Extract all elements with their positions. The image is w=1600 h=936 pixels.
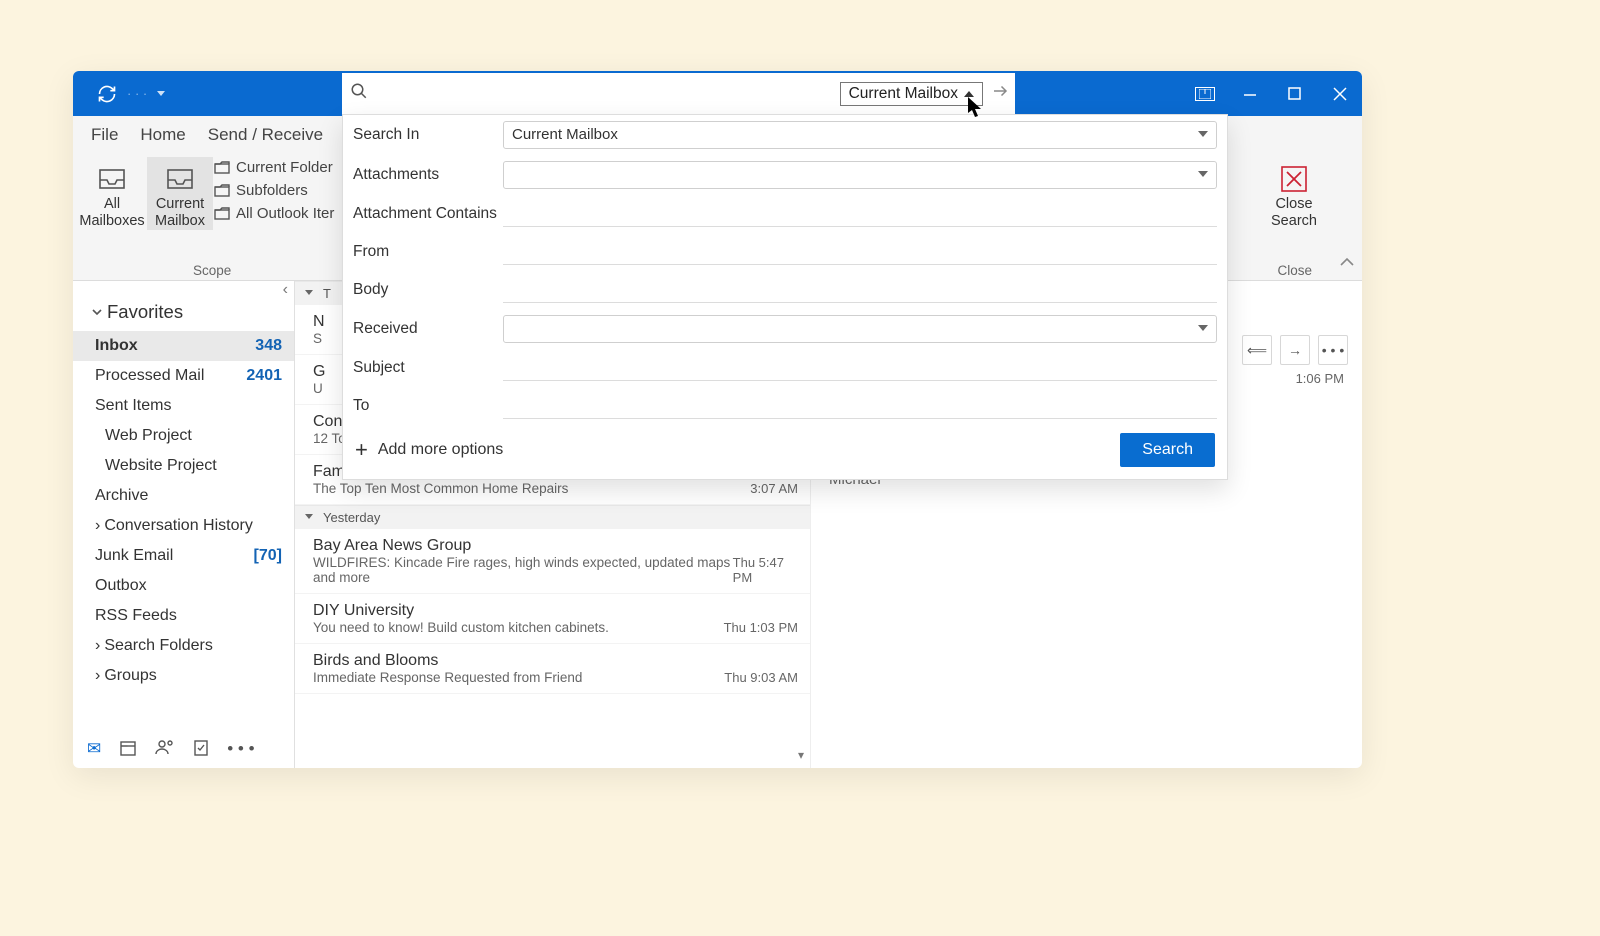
search-scope-value: Current Mailbox xyxy=(849,85,958,103)
scope-all-outlook[interactable]: All Outlook Iter xyxy=(214,205,334,222)
reply-all-button[interactable]: ⟸ xyxy=(1242,335,1272,365)
add-more-options[interactable]: + Add more options xyxy=(355,437,503,463)
chevron-up-icon xyxy=(964,91,974,97)
qat-dropdown-icon[interactable] xyxy=(157,91,165,96)
search-button[interactable]: Search xyxy=(1120,433,1215,467)
adv-row-search-in: Search InCurrent Mailbox xyxy=(343,115,1227,155)
scope-subfolders[interactable]: Subfolders xyxy=(214,182,334,199)
more-actions-button[interactable]: • • • xyxy=(1318,335,1348,365)
qat-spacer: · · · xyxy=(127,86,147,101)
chevron-down-icon xyxy=(1198,325,1208,331)
chevron-right-icon: › xyxy=(95,517,100,535)
folder-groups[interactable]: ›Groups xyxy=(73,661,294,691)
inbox-icon xyxy=(98,162,126,196)
calendar-icon[interactable] xyxy=(119,739,137,762)
ribbon-group-scope: Scope xyxy=(193,263,231,278)
scope-current-mailbox[interactable]: Current Mailbox xyxy=(147,157,213,230)
maximize-button[interactable] xyxy=(1272,71,1317,116)
folder-website-project[interactable]: Website Project xyxy=(73,451,294,481)
adv-field[interactable]: Current Mailbox xyxy=(503,121,1217,149)
tasks-icon[interactable] xyxy=(193,739,209,762)
folder-rss-feeds[interactable]: RSS Feeds xyxy=(73,601,294,631)
folder-archive[interactable]: Archive xyxy=(73,481,294,511)
adv-field[interactable] xyxy=(503,161,1217,189)
adv-field[interactable] xyxy=(503,355,1217,381)
more-nav-icon[interactable]: • • • xyxy=(227,739,254,762)
adv-row-subject: Subject xyxy=(343,349,1227,387)
chevron-right-icon: › xyxy=(95,667,100,685)
minimize-button[interactable] xyxy=(1227,71,1272,116)
adv-row-attachments: Attachments xyxy=(343,155,1227,195)
refresh-icon[interactable] xyxy=(97,84,117,104)
nav-switcher: ✉ • • • xyxy=(73,739,255,762)
folder-sent-items[interactable]: Sent Items xyxy=(73,391,294,421)
search-icon xyxy=(350,82,368,105)
upcoming-icon[interactable] xyxy=(1182,71,1227,116)
folder-junk-email[interactable]: Junk Email[70] xyxy=(73,541,294,571)
search-bar[interactable]: Current Mailbox xyxy=(342,73,1015,114)
message-item[interactable]: DIY UniversityYou need to know! Build cu… xyxy=(295,594,810,644)
forward-button[interactable]: → xyxy=(1280,335,1310,365)
adv-field[interactable] xyxy=(503,277,1217,303)
folder-outbox[interactable]: Outbox xyxy=(73,571,294,601)
folder-conversation-history[interactable]: ›Conversation History xyxy=(73,511,294,541)
adv-row-to: To xyxy=(343,387,1227,425)
scope-all-mailboxes[interactable]: All Mailboxes xyxy=(79,157,145,230)
adv-field[interactable] xyxy=(503,315,1217,343)
chevron-right-icon: › xyxy=(95,637,100,655)
folder-web-project[interactable]: Web Project xyxy=(73,421,294,451)
mail-icon[interactable]: ✉ xyxy=(87,739,101,762)
close-button[interactable] xyxy=(1317,71,1362,116)
tab-home[interactable]: Home xyxy=(140,125,185,145)
search-input[interactable] xyxy=(374,85,840,103)
search-go-icon[interactable] xyxy=(991,82,1009,105)
inbox-icon xyxy=(166,162,194,196)
adv-field[interactable] xyxy=(503,239,1217,265)
collapse-ribbon-icon[interactable] xyxy=(1340,254,1354,272)
tab-file[interactable]: File xyxy=(91,125,118,145)
title-bar: · · · Current Mailbox xyxy=(73,71,1362,116)
folder-search-folders[interactable]: ›Search Folders xyxy=(73,631,294,661)
favorites-header[interactable]: Favorites xyxy=(73,281,294,331)
adv-row-attachment-contains: Attachment Contains xyxy=(343,195,1227,233)
plus-icon: + xyxy=(355,437,368,463)
scroll-down-icon[interactable]: ▾ xyxy=(798,748,804,762)
adv-field[interactable] xyxy=(503,393,1217,419)
tab-send-receive[interactable]: Send / Receive xyxy=(208,125,323,145)
search-scope-dropdown[interactable]: Current Mailbox xyxy=(840,82,983,106)
close-search-button[interactable]: Close Search xyxy=(1264,157,1324,230)
collapse-nav-icon[interactable]: ‹ xyxy=(283,281,288,299)
folder-inbox[interactable]: Inbox348 xyxy=(73,331,294,361)
group-header[interactable]: Yesterday xyxy=(295,505,810,529)
adv-field[interactable] xyxy=(503,201,1217,227)
adv-row-body: Body xyxy=(343,271,1227,309)
chevron-down-icon xyxy=(1198,131,1208,137)
adv-row-received: Received xyxy=(343,309,1227,349)
message-item[interactable]: Bay Area News GroupWILDFIRES: Kincade Fi… xyxy=(295,529,810,594)
advanced-search-panel: Search InCurrent MailboxAttachmentsAttac… xyxy=(342,114,1228,480)
close-x-icon xyxy=(1279,162,1309,196)
adv-row-from: From xyxy=(343,233,1227,271)
people-icon[interactable] xyxy=(155,739,175,762)
message-item[interactable]: Birds and BloomsImmediate Response Reque… xyxy=(295,644,810,694)
app-window: · · · Current Mailbox File Home xyxy=(73,71,1362,768)
folder-pane: ‹ Favorites Inbox348Processed Mail2401Se… xyxy=(73,281,295,768)
ribbon-group-close: Close xyxy=(1277,263,1312,278)
scope-current-folder[interactable]: Current Folder xyxy=(214,159,334,176)
chevron-down-icon xyxy=(1198,171,1208,177)
message-time: 1:06 PM xyxy=(1296,371,1344,386)
folder-processed-mail[interactable]: Processed Mail2401 xyxy=(73,361,294,391)
